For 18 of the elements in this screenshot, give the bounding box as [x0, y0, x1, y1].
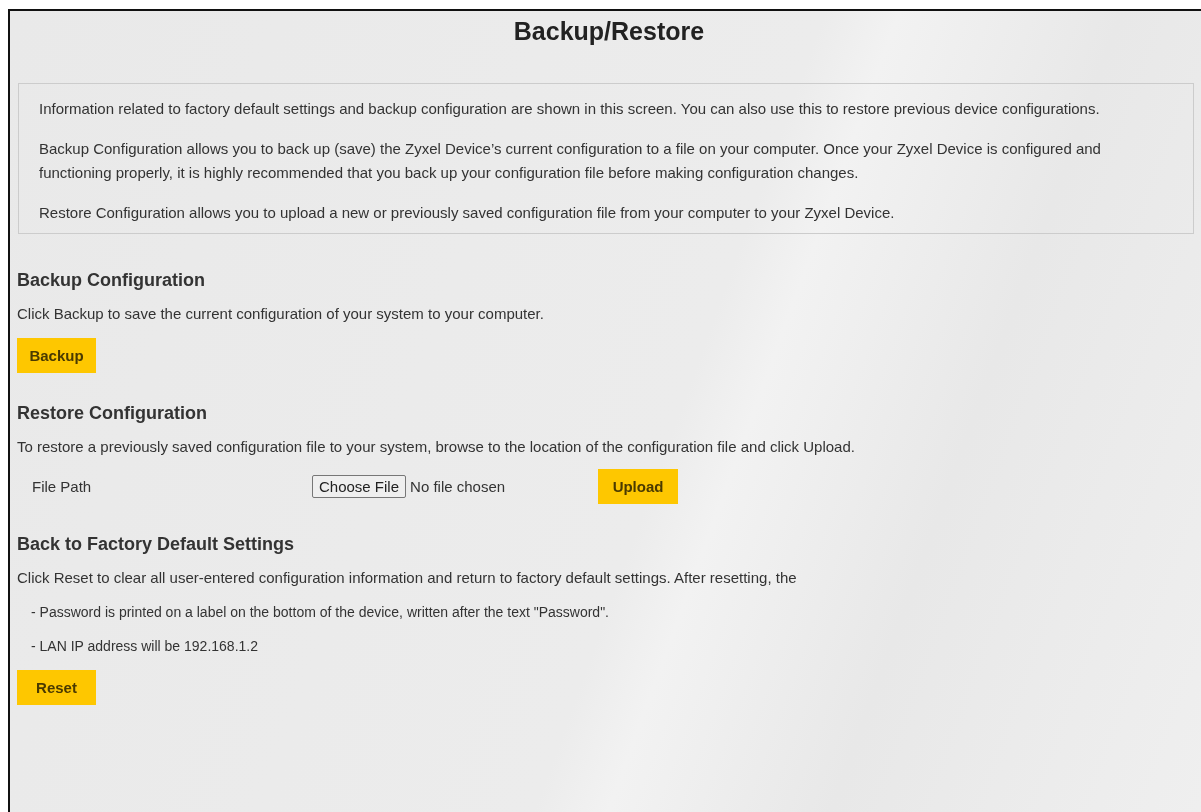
note-text: - Password is printed on a label on the bottom of the device, written after the text "Password". [31, 604, 610, 620]
section-heading: Back to Factory Default Settings [17, 534, 296, 555]
upload-button[interactable]: Upload [598, 469, 679, 504]
action-button[interactable]: Reset [17, 670, 96, 705]
info-text: Information related to factory default settings and backup configuration are shown in this screen. You can also use this to restore previous device configurations. [39, 99, 1101, 119]
section-description: To restore a previously saved configuration file to your system, browse to the location of the configuration file and click Upload. [17, 438, 856, 455]
choose-file-button[interactable]: Choose File [312, 475, 407, 498]
file-status: No file chosen [410, 478, 507, 495]
section-description: Click Backup to save the current configuration of your system to your computer. [17, 305, 545, 322]
action-button[interactable]: Backup [17, 338, 96, 373]
note-text: - LAN IP address will be 192.168.1.2 [31, 638, 259, 654]
field-label: File Path [32, 478, 93, 495]
info-text: Backup Configuration allows you to back up (save) the Zyxel Device’s current configuration to a file on your computer. Once your Zyxel Device is configured and functioning properly, it is highly recommended that you back up your configuration file before making configuration changes. [39, 139, 1102, 183]
section-heading: Backup Configuration [17, 270, 206, 291]
info-text: Restore Configuration allows you to upload a new or previously saved configuration file from your computer to your Zyxel Device. [39, 203, 896, 223]
page-title: Backup/Restore [512, 16, 706, 47]
section-heading: Restore Configuration [17, 403, 208, 424]
section-description: Click Reset to clear all user-entered configuration information and return to factory default settings. After resetting, the [17, 569, 798, 586]
